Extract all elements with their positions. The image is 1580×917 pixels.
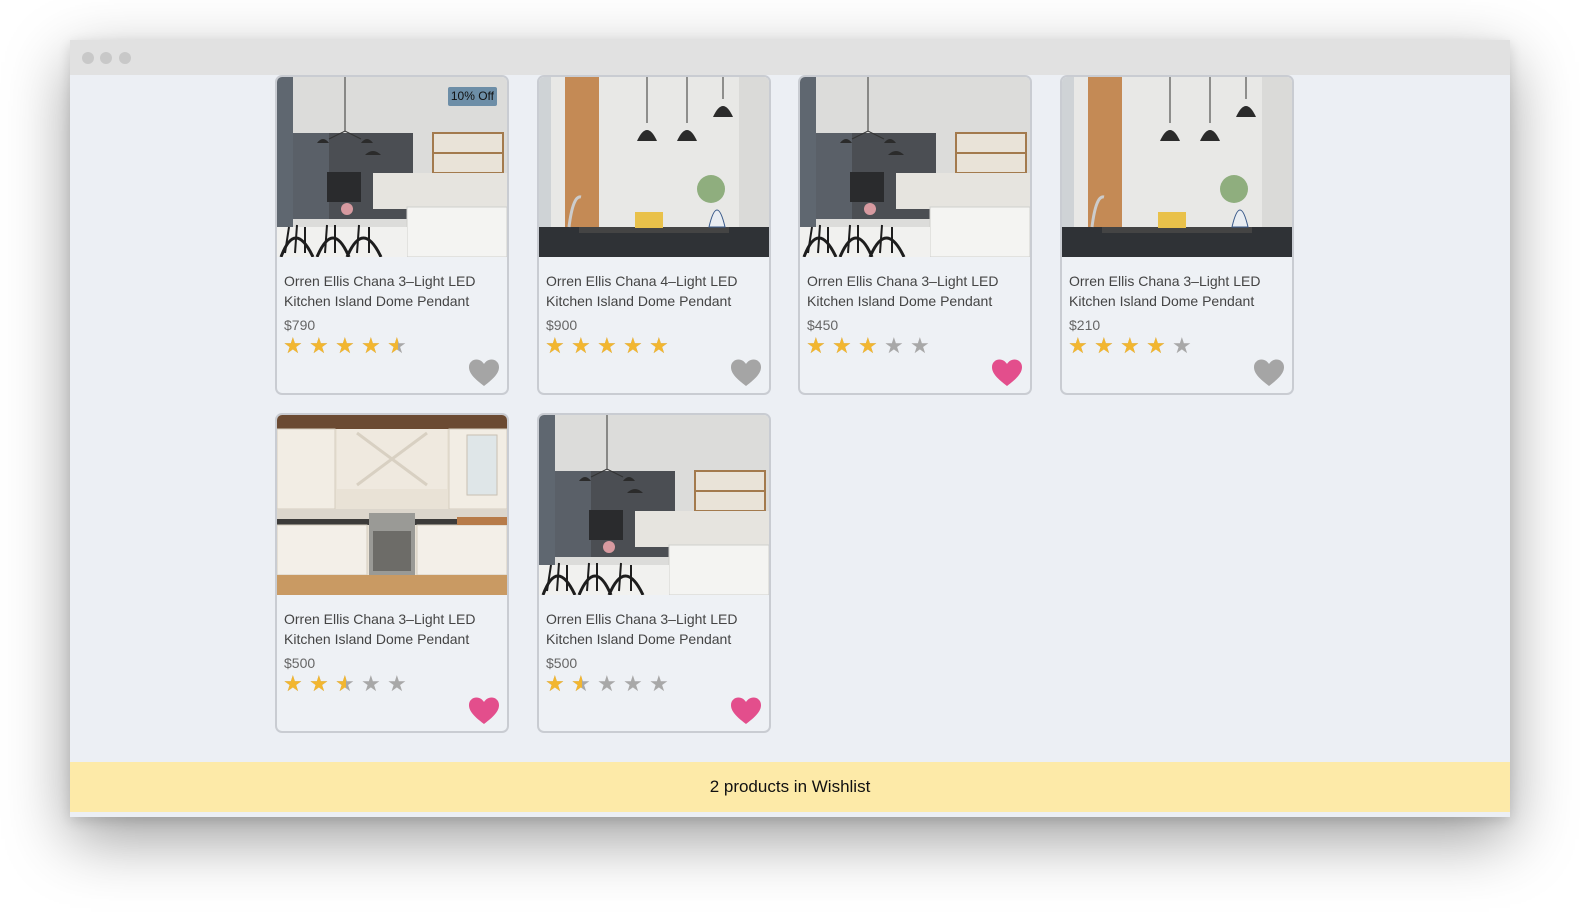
product-card[interactable]: Orren Ellis Chana 3–Light LED Kitchen Is… [798,75,1032,395]
product-title[interactable]: Orren Ellis Chana 3–Light LED Kitchen Is… [546,609,761,649]
star-full-icon: ★ ★ [571,333,591,358]
product-title[interactable]: Orren Ellis Chana 4–Light LED Kitchen Is… [546,271,761,311]
product-image[interactable] [1062,77,1292,257]
star-full-icon: ★ ★ [1120,333,1140,358]
discount-badge: 10% Off [447,87,497,106]
star-full-icon: ★ ★ [545,333,565,358]
heart-filled-icon[interactable] [468,696,500,726]
star-full-icon: ★ ★ [545,671,565,696]
wishlist-summary-bar: 2 products in Wishlist [70,762,1510,812]
star-half-icon: ★★ [387,333,407,358]
product-title[interactable]: Orren Ellis Chana 3–Light LED Kitchen Is… [284,609,499,649]
window-titlebar [70,40,1510,75]
product-price: $210 [1069,317,1101,333]
product-card[interactable]: Orren Ellis Chana 4–Light LED Kitchen Is… [537,75,771,395]
product-price: $900 [546,317,578,333]
product-price: $500 [546,655,578,671]
star-full-icon: ★ ★ [283,671,303,696]
star-full-icon: ★ ★ [597,333,617,358]
star-empty-icon: ★★ [1172,333,1192,358]
star-full-icon: ★ ★ [361,333,381,358]
star-full-icon: ★ ★ [1068,333,1088,358]
product-card[interactable]: 10% Off Orren Ellis Chana 3–Light LED Kit… [275,75,509,395]
star-empty-icon: ★★ [387,671,407,696]
product-title[interactable]: Orren Ellis Chana 3–Light LED Kitchen Is… [1069,271,1284,311]
product-image[interactable] [539,77,769,257]
star-empty-icon: ★★ [597,671,617,696]
star-full-icon: ★ ★ [309,333,329,358]
heart-outline-icon[interactable] [1253,358,1285,388]
star-empty-icon: ★★ [623,671,643,696]
product-image[interactable] [277,415,507,595]
heart-outline-icon[interactable] [730,358,762,388]
star-full-icon: ★ ★ [623,333,643,358]
star-full-icon: ★ ★ [335,333,355,358]
star-empty-icon: ★★ [361,671,381,696]
star-empty-icon: ★★ [649,671,669,696]
window-close-dot[interactable] [82,52,94,64]
star-half-icon: ★★ [571,671,591,696]
star-empty-icon: ★★ [910,333,930,358]
wishlist-summary-text: 2 products in Wishlist [709,777,871,796]
star-full-icon: ★ ★ [1146,333,1166,358]
product-title[interactable]: Orren Ellis Chana 3–Light LED Kitchen Is… [807,271,1022,311]
star-full-icon: ★ ★ [1094,333,1114,358]
window-minimize-dot[interactable] [100,52,112,64]
star-full-icon: ★ ★ [806,333,826,358]
star-full-icon: ★ ★ [283,333,303,358]
star-full-icon: ★ ★ [832,333,852,358]
star-full-icon: ★ ★ [858,333,878,358]
star-full-icon: ★ ★ [309,671,329,696]
product-card[interactable]: Orren Ellis Chana 3–Light LED Kitchen Is… [1060,75,1294,395]
product-title[interactable]: Orren Ellis Chana 3–Light LED Kitchen Is… [284,271,499,311]
browser-window: 10% Off Orren Ellis Chana 3–Light LED Kit… [70,40,1510,817]
star-full-icon: ★ ★ [649,333,669,358]
star-half-icon: ★★ [335,671,355,696]
product-price: $500 [284,655,316,671]
star-empty-icon: ★★ [884,333,904,358]
product-card[interactable]: Orren Ellis Chana 3–Light LED Kitchen Is… [275,413,509,733]
product-price: $450 [807,317,839,333]
product-card[interactable]: Orren Ellis Chana 3–Light LED Kitchen Is… [537,413,771,733]
window-zoom-dot[interactable] [119,52,131,64]
product-price: $790 [284,317,316,333]
product-grid: 10% Off Orren Ellis Chana 3–Light LED Kit… [70,75,1510,765]
heart-filled-icon[interactable] [730,696,762,726]
product-image[interactable] [800,77,1030,257]
heart-outline-icon[interactable] [468,358,500,388]
product-image[interactable] [539,415,769,595]
heart-filled-icon[interactable] [991,358,1023,388]
